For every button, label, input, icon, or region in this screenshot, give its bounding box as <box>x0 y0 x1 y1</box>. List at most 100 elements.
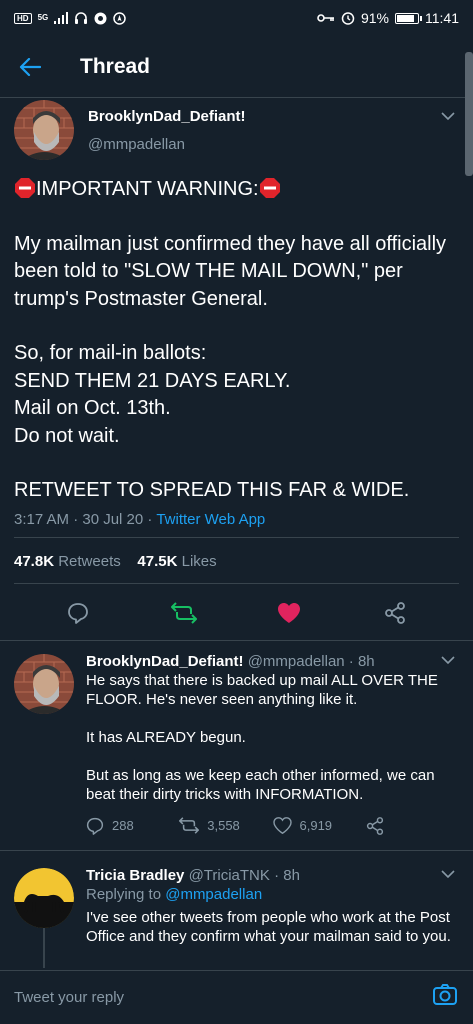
status-right: 91% 11:41 <box>317 10 459 26</box>
tweet-body: IMPORTANT WARNING: My mailman just confi… <box>14 176 459 505</box>
thread-line <box>43 928 45 968</box>
vpn-icon <box>94 12 107 24</box>
network-label: 5G <box>37 13 49 22</box>
author-handle[interactable]: @mmpadellan <box>88 136 246 153</box>
back-arrow-icon <box>19 57 41 76</box>
camera-button[interactable] <box>431 981 459 1014</box>
headphones-icon <box>75 12 88 24</box>
author-row: BrooklynDad_Defiant! @mmpadellan <box>14 100 459 162</box>
key-icon <box>317 14 334 22</box>
tweet-source-link[interactable]: Twitter Web App <box>156 511 265 528</box>
stop-sign-icon <box>15 178 35 198</box>
hd-badge: HD <box>14 12 32 24</box>
reply-button[interactable] <box>63 598 93 628</box>
replying-to-link[interactable]: @mmpadellan <box>165 886 262 903</box>
reply-header: BrooklynDad_Defiant! @mmpadellan · 8h <box>86 652 459 671</box>
retweet-icon <box>170 602 197 624</box>
camera-icon <box>433 984 457 1005</box>
reply-paragraph: But as long as we keep each other inform… <box>86 767 435 803</box>
likes-stat[interactable]: 47.5K Likes <box>137 553 216 570</box>
reply-retweet-button[interactable]: 3,558 <box>179 816 272 835</box>
share-button[interactable] <box>380 598 410 628</box>
reply-header: Tricia Bradley @TriciaTNK · 8h <box>86 866 459 885</box>
tweet-menu-button[interactable] <box>441 108 455 126</box>
divider <box>0 640 473 641</box>
chevron-down-icon <box>441 112 455 121</box>
tweet-meta: 3:17 AM · 30 Jul 20 · Twitter Web App <box>14 511 459 528</box>
alarm-icon <box>341 12 355 25</box>
tweet-closing: RETWEET TO SPREAD THIS FAR & WIDE. <box>14 479 410 501</box>
reply-content: BrooklynDad_Defiant! @mmpadellan · 8h He… <box>86 652 459 835</box>
main-tweet: BrooklynDad_Defiant! @mmpadellan IMPORTA… <box>0 98 473 528</box>
reply-author-name[interactable]: Tricia Bradley <box>86 867 184 884</box>
divider <box>14 537 459 538</box>
avatar-image <box>14 868 74 928</box>
battery-fill <box>397 14 415 22</box>
avatar[interactable] <box>14 654 74 714</box>
avatar-image <box>14 100 74 160</box>
tweet-stats: 47.8K Retweets 47.5K Likes <box>14 553 217 570</box>
retweets-stat[interactable]: 47.8K Retweets <box>14 553 121 570</box>
warning-line: IMPORTANT WARNING: <box>14 176 459 204</box>
divider <box>14 583 459 584</box>
reply-paragraph: I've see other tweets from people who wo… <box>86 909 451 945</box>
signal-icon <box>54 12 69 24</box>
reply-meta: @mmpadellan · 8h <box>247 653 375 670</box>
tweet-line: So, for mail-in ballots: <box>14 342 207 364</box>
reply-icon <box>67 603 88 624</box>
reply-meta: @TriciaTNK · 8h <box>188 867 300 884</box>
battery-icon <box>395 12 422 24</box>
reply-input[interactable]: Tweet your reply <box>14 989 124 1006</box>
reply-paragraph: He says that there is backed up mail ALL… <box>86 672 438 708</box>
chevron-down-icon <box>441 870 455 879</box>
reply-text: He says that there is backed up mail ALL… <box>86 671 459 804</box>
heart-icon <box>278 603 301 623</box>
reply-tweet[interactable]: BrooklynDad_Defiant! @mmpadellan · 8h He… <box>0 652 473 835</box>
location-icon <box>113 11 126 25</box>
reply-paragraph: It has ALREADY begun. <box>86 729 246 746</box>
avatar-image <box>14 654 74 714</box>
heart-outline-icon <box>272 817 292 834</box>
reply-reply-button[interactable]: 288 <box>86 816 179 835</box>
reply-like-button[interactable]: 6,919 <box>272 816 366 835</box>
author-name[interactable]: BrooklynDad_Defiant! <box>88 108 246 125</box>
status-left: HD 5G <box>14 11 126 25</box>
like-count: 6,919 <box>299 818 333 833</box>
stop-sign-icon <box>259 178 280 198</box>
reply-tweet[interactable]: Tricia Bradley @TriciaTNK · 8h Replying … <box>0 866 473 968</box>
share-icon <box>385 602 406 624</box>
reply-compose-bar[interactable]: Tweet your reply <box>0 970 473 1024</box>
clock: 11:41 <box>425 10 459 26</box>
tweet-paragraph: My mailman just confirmed they have all … <box>14 232 447 310</box>
tweet-timestamp: 3:17 AM · 30 Jul 20 · <box>14 510 157 528</box>
avatar[interactable] <box>14 100 74 160</box>
reply-content: Tricia Bradley @TriciaTNK · 8h Replying … <box>86 866 459 946</box>
retweet-icon <box>179 817 200 834</box>
tweet-actions <box>0 598 473 628</box>
reply-actions: 288 3,558 6,919 <box>86 816 459 835</box>
retweet-count: 3,558 <box>207 818 240 833</box>
share-icon <box>366 816 383 835</box>
warning-text: IMPORTANT WARNING: <box>36 178 259 200</box>
retweet-button[interactable] <box>169 598 199 628</box>
replying-to: Replying to @mmpadellan <box>86 885 459 904</box>
tweet-menu-button[interactable] <box>441 866 455 884</box>
status-bar: HD 5G 91% 11:41 <box>0 0 473 36</box>
back-button[interactable] <box>0 36 60 98</box>
like-button[interactable] <box>274 598 304 628</box>
tweet-line: SEND THEM 21 DAYS EARLY. <box>14 369 291 392</box>
battery-percent: 91% <box>360 10 389 26</box>
reply-share-button[interactable] <box>366 816 459 835</box>
author-text: BrooklynDad_Defiant! @mmpadellan <box>88 108 246 153</box>
replying-prefix: Replying to <box>86 886 166 903</box>
reply-icon <box>86 817 104 835</box>
divider <box>0 850 473 851</box>
tweet-line: Mail on Oct. 13th. <box>14 397 171 419</box>
tweet-menu-button[interactable] <box>441 652 455 670</box>
top-bar: Thread <box>0 36 473 98</box>
chevron-down-icon <box>441 656 455 665</box>
avatar[interactable] <box>14 868 74 928</box>
reply-author-name[interactable]: BrooklynDad_Defiant! <box>86 653 244 670</box>
reply-count: 288 <box>112 818 134 833</box>
reply-text: I've see other tweets from people who wo… <box>86 908 459 946</box>
